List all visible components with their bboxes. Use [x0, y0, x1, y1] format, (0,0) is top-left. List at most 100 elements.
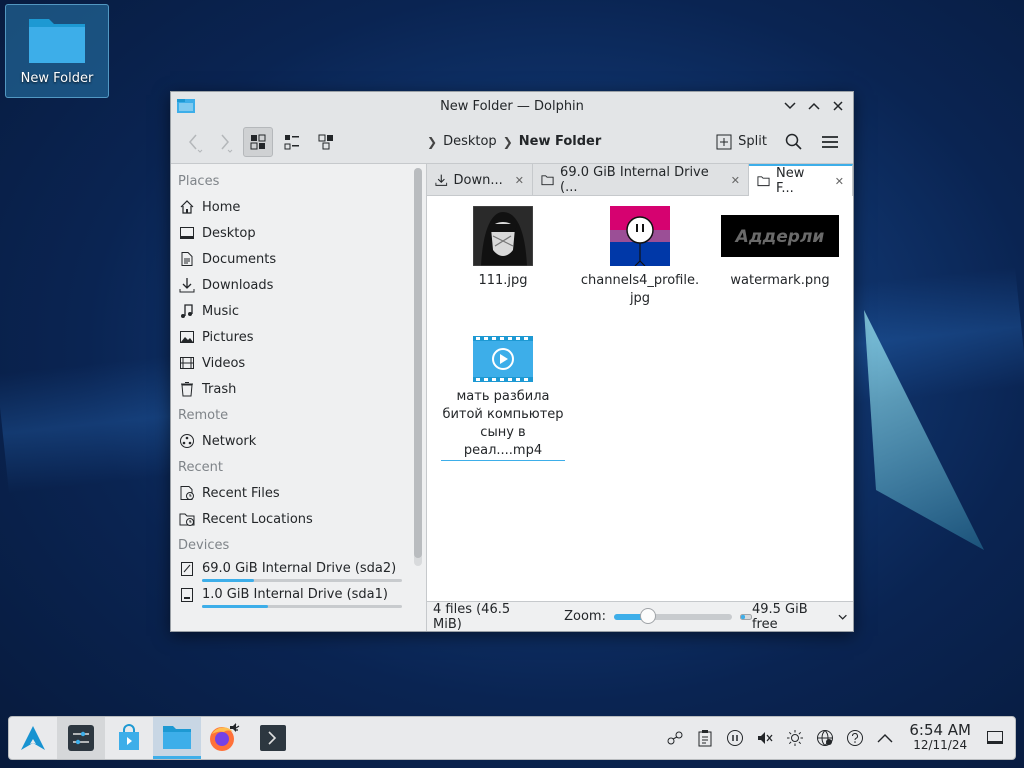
file-thumbnail-111 — [473, 206, 533, 266]
titlebar[interactable]: New Folder — Dolphin — [171, 92, 853, 120]
brightness-icon[interactable] — [785, 728, 805, 748]
task-dolphin[interactable] — [153, 717, 201, 759]
sidebar-item-pictures[interactable]: Pictures — [171, 324, 426, 350]
free-space-button[interactable]: 49.5 GiB free — [752, 602, 847, 632]
sidebar-item-music[interactable]: Music — [171, 298, 426, 324]
folder-icon — [757, 176, 770, 187]
file-name: 111.jpg — [478, 273, 528, 288]
home-icon — [178, 198, 196, 216]
image-thumbnail — [473, 206, 533, 266]
volume-muted-icon[interactable] — [755, 728, 775, 748]
icons-view-button[interactable] — [243, 126, 273, 157]
drive-usage-fill — [202, 604, 268, 608]
clock-date: 12/11/24 — [913, 738, 968, 752]
sidebar-item-downloads[interactable]: Downloads — [171, 272, 426, 298]
search-button[interactable] — [779, 127, 809, 157]
sidebar-item-recent-locations[interactable]: Recent Locations — [171, 506, 426, 532]
sidebar-item-network[interactable]: Network — [171, 428, 426, 454]
recent-heading: Recent — [178, 460, 223, 475]
zoom-slider-handle[interactable] — [639, 607, 656, 624]
kde-connect-icon[interactable] — [665, 728, 685, 748]
forward-button[interactable] — [209, 127, 239, 157]
drive-usage-fill — [202, 578, 254, 582]
breadcrumb-new-folder[interactable]: New Folder — [519, 134, 602, 149]
tab-downloads[interactable]: Down... ✕ — [427, 164, 533, 196]
sidebar-item-desktop[interactable]: Desktop — [171, 220, 426, 246]
tab-new-folder[interactable]: New F... ✕ — [749, 164, 853, 196]
sidebar-item-trash[interactable]: Trash — [171, 376, 426, 402]
task-discover[interactable] — [105, 717, 153, 759]
watermark-text: Аддерли — [734, 227, 825, 247]
sidebar-scrollbar-thumb[interactable] — [414, 168, 422, 558]
sidebar-item-documents[interactable]: Documents — [171, 246, 426, 272]
breadcrumb-separator-icon[interactable]: ❯ — [503, 135, 513, 149]
download-icon — [435, 174, 448, 186]
file-thumbnail-channels4 — [610, 206, 670, 266]
zoom-control: Zoom: — [564, 607, 752, 624]
application-launcher-button[interactable] — [9, 717, 57, 759]
breadcrumb-separator-icon[interactable]: ❯ — [427, 135, 437, 149]
file-item[interactable]: Аддерли watermark.png — [715, 206, 845, 290]
image-thumbnail — [610, 206, 670, 266]
file-item[interactable]: channels4_profile. jpg — [578, 206, 702, 308]
details-view-icon — [318, 134, 333, 149]
clock-time: 6:54 AM — [909, 721, 971, 739]
close-button[interactable] — [827, 96, 849, 116]
sidebar-item-label: Network — [202, 433, 257, 449]
task-firefox[interactable] — [201, 717, 249, 759]
show-desktop-icon[interactable] — [985, 728, 1005, 748]
tab-close-icon[interactable]: ✕ — [515, 174, 524, 187]
file-item[interactable]: мать разбила битой компьютер сыну в реал… — [441, 336, 565, 461]
sidebar-item-videos[interactable]: Videos — [171, 350, 426, 376]
back-arrow-icon — [189, 134, 203, 153]
sidebar-item-home[interactable]: Home — [171, 194, 426, 220]
close-icon — [833, 101, 843, 111]
minimize-button[interactable] — [779, 96, 801, 116]
split-button[interactable]: Split — [710, 127, 773, 157]
network-status-icon[interactable] — [815, 728, 835, 748]
free-space-label: 49.5 GiB free — [751, 601, 808, 632]
drive-icon — [178, 561, 196, 577]
hamburger-menu-icon — [822, 135, 838, 148]
tab-internal-drive[interactable]: 69.0 GiB Internal Drive (... ✕ — [533, 164, 749, 196]
help-icon[interactable] — [845, 728, 865, 748]
recent-locations-icon — [178, 510, 196, 528]
tab-label: 69.0 GiB Internal Drive (... — [560, 165, 709, 195]
hamburger-menu-button[interactable] — [815, 127, 845, 157]
sidebar-item-drive-sda1[interactable]: 1.0 GiB Internal Drive (sda1) — [171, 584, 426, 610]
places-heading: Places — [178, 174, 220, 189]
compact-view-icon — [284, 134, 299, 149]
desktop-folder-icon[interactable]: New Folder — [5, 4, 109, 98]
videos-icon — [178, 354, 196, 372]
toolbar: ❯ Desktop ❯ New Folder Split — [171, 120, 853, 164]
sidebar-scrollbar[interactable] — [414, 168, 422, 566]
digital-clock[interactable]: 6:54 AM 12/11/24 — [909, 723, 971, 753]
file-item[interactable]: 111.jpg — [441, 206, 565, 290]
tab-close-icon[interactable]: ✕ — [835, 175, 844, 188]
sidebar-item-label: Downloads — [202, 277, 274, 293]
clipboard-icon[interactable] — [695, 728, 715, 748]
media-pause-icon[interactable] — [725, 728, 745, 748]
back-button[interactable] — [179, 127, 209, 157]
chevron-down-icon — [838, 614, 847, 620]
sidebar-item-label: Recent Files — [202, 485, 280, 501]
file-name: мать разбила битой компьютер сыну в реал… — [441, 388, 565, 461]
details-view-button[interactable] — [311, 127, 341, 157]
file-thumbnail-watermark: Аддерли — [721, 215, 839, 257]
breadcrumb-desktop[interactable]: Desktop — [443, 134, 497, 149]
file-view: 111.jpg channels4_profile. jpg Аддерли w… — [427, 196, 853, 601]
compact-view-button[interactable] — [277, 127, 307, 157]
tray-expand-chevron-icon[interactable] — [875, 728, 895, 748]
sidebar-item-recent-files[interactable]: Recent Files — [171, 480, 426, 506]
file-name: watermark.png — [730, 273, 830, 288]
window-title: New Folder — Dolphin — [440, 98, 584, 114]
main-view: Down... ✕ 69.0 GiB Internal Drive (... ✕… — [427, 164, 853, 632]
task-terminal[interactable] — [249, 717, 297, 759]
pictures-icon — [178, 328, 196, 346]
tab-close-icon[interactable]: ✕ — [731, 174, 740, 187]
sidebar-item-drive-sda2[interactable]: 69.0 GiB Internal Drive (sda2) — [171, 558, 426, 584]
drive-usage-bar — [202, 604, 402, 608]
maximize-button[interactable] — [803, 96, 825, 116]
task-system-settings[interactable] — [57, 717, 105, 759]
zoom-slider[interactable] — [613, 607, 732, 624]
